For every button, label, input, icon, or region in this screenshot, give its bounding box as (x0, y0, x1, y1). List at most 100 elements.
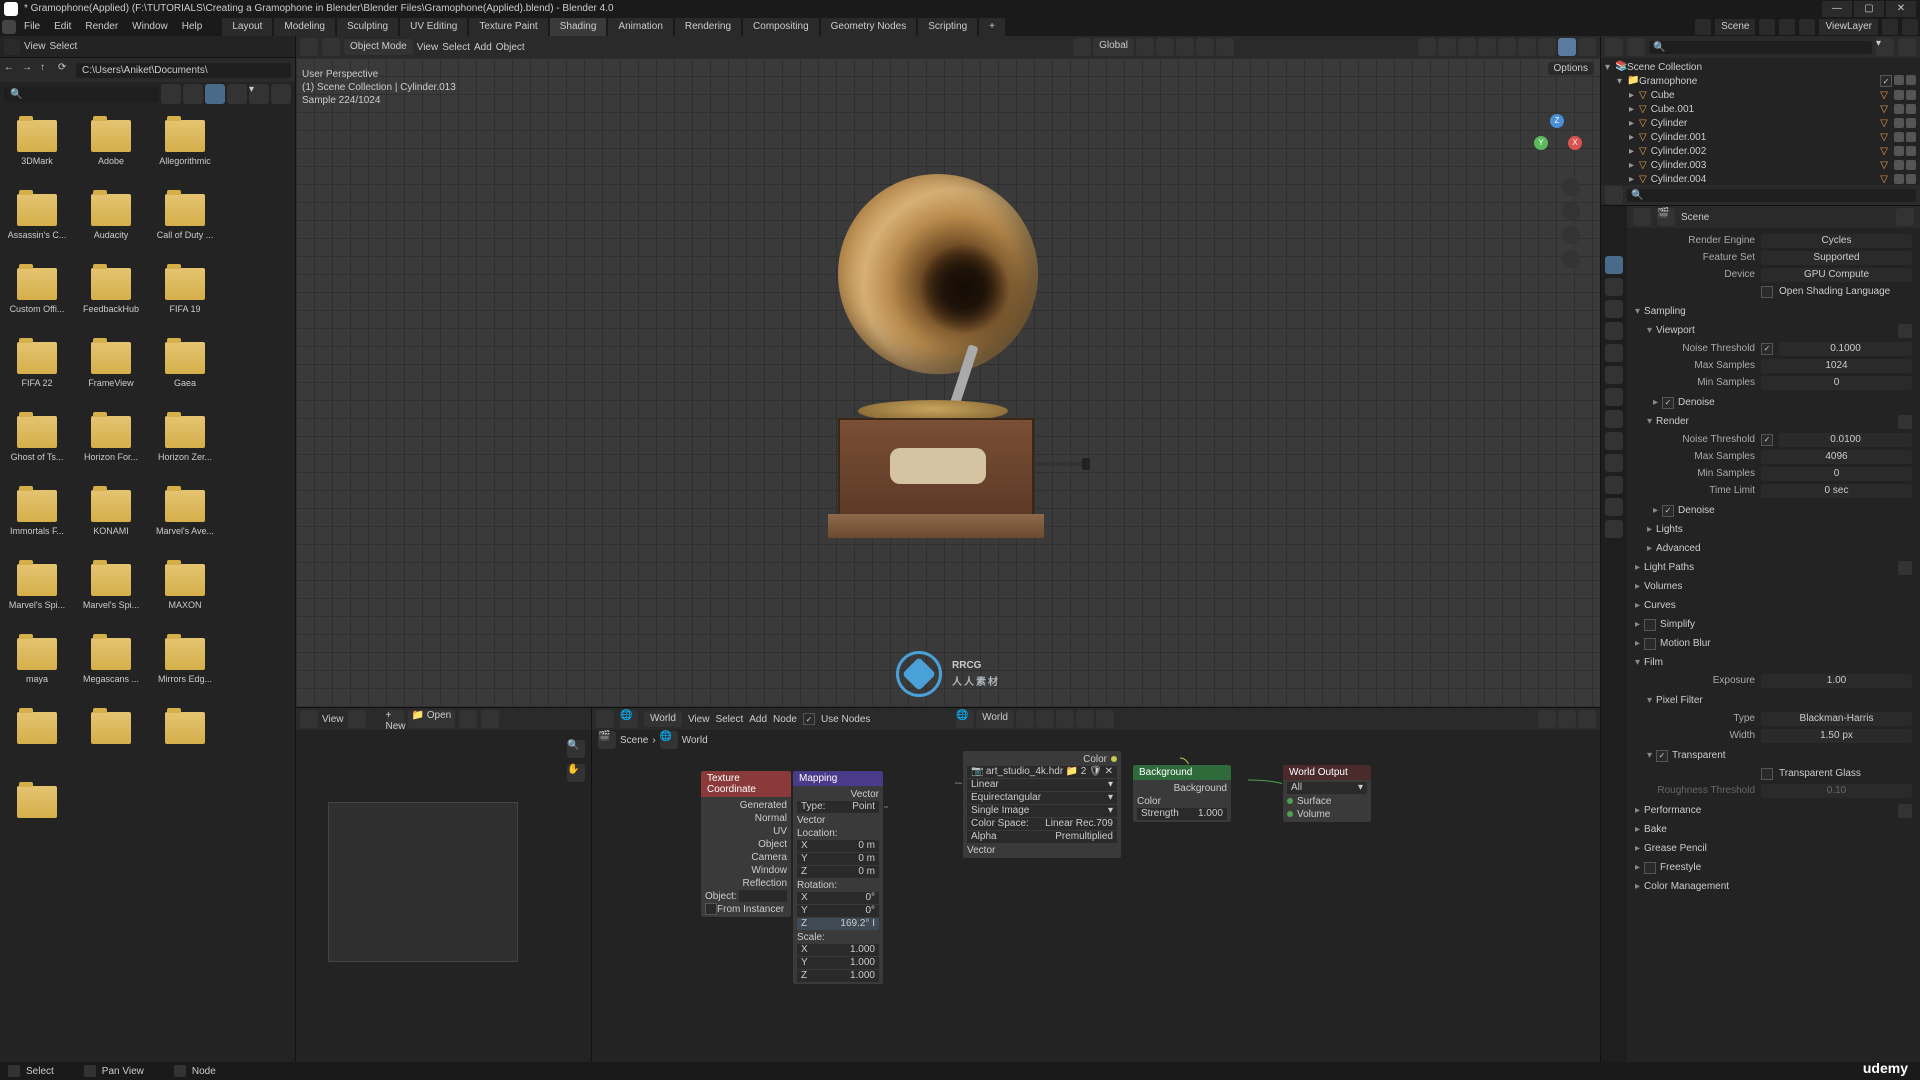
osl-checkbox[interactable] (1761, 286, 1773, 298)
outliner-mode-icon[interactable] (1627, 38, 1645, 56)
snap-options-icon[interactable] (1176, 38, 1194, 56)
xray-toggle-icon[interactable] (1478, 38, 1496, 56)
node-background[interactable]: Background Background Color Strength1.00… (1132, 764, 1232, 823)
loc-z[interactable]: Z0 m (797, 866, 879, 878)
section-sampling[interactable]: Sampling (1644, 306, 1686, 317)
tab-viewlayer-icon[interactable] (1605, 300, 1623, 318)
mode-selector[interactable]: Object Mode (344, 39, 413, 55)
select-visible-icon[interactable] (1418, 38, 1436, 56)
editor-type-3dview-icon[interactable] (300, 38, 318, 56)
scene-del-button[interactable] (1779, 19, 1795, 35)
image-menu-view[interactable]: View (322, 714, 344, 725)
section-light-paths[interactable]: Light Paths (1644, 562, 1694, 573)
rd-time-value[interactable]: 0 sec (1761, 484, 1912, 498)
socket-volume[interactable]: Volume (1287, 808, 1367, 820)
image-dropdown-icon[interactable] (348, 710, 366, 728)
env-colorspace[interactable]: Color Space:Linear Rec.709 (967, 818, 1117, 830)
simplify-checkbox[interactable] (1644, 619, 1656, 631)
file-search-field[interactable]: 🔍 (4, 87, 159, 102)
object-field[interactable] (739, 890, 787, 902)
folder-item[interactable]: maya (0, 632, 74, 706)
camera-icon[interactable] (1562, 226, 1580, 244)
workspace-add[interactable]: + (979, 18, 1005, 36)
workspace-geometry-nodes[interactable]: Geometry Nodes (821, 18, 917, 36)
socket-uv[interactable]: UV (705, 825, 787, 837)
scene-icon[interactable] (1695, 19, 1711, 35)
section-colormgmt[interactable]: Color Management (1644, 881, 1729, 892)
node-mapping[interactable]: Mapping Vector Type:Point Vector Locatio… (792, 770, 884, 985)
filter-button[interactable]: ▾ (249, 84, 269, 104)
section-render[interactable]: Render (1656, 416, 1689, 427)
display-thumbnails-icon[interactable] (205, 84, 225, 104)
gizmo-y-icon[interactable]: Y (1534, 136, 1548, 150)
folder-item[interactable] (0, 780, 74, 854)
viewport-menu-add[interactable]: Add (474, 42, 492, 53)
perspective-icon[interactable] (1562, 250, 1580, 268)
image-display-icon[interactable] (481, 710, 499, 728)
section-film[interactable]: Film (1644, 657, 1663, 668)
node-header-background[interactable]: Background (1133, 765, 1231, 780)
folder-item[interactable]: Horizon For... (74, 410, 148, 484)
node-header-mapping[interactable]: Mapping (793, 771, 883, 786)
section-advanced[interactable]: Advanced (1656, 543, 1700, 554)
pf-type-select[interactable]: Blackman-Harris (1761, 712, 1912, 726)
node-header-texcoord[interactable]: Texture Coordinate (701, 771, 791, 797)
props-scene-label[interactable]: Scene (1681, 212, 1709, 223)
tab-output-icon[interactable] (1605, 278, 1623, 296)
socket-background-out[interactable]: Background (1137, 782, 1227, 794)
node-world-output[interactable]: World Output All▾ Surface Volume (1282, 764, 1372, 823)
pf-width-value[interactable]: 1.50 px (1761, 729, 1912, 743)
tab-world-icon[interactable] (1605, 344, 1623, 362)
section-viewport[interactable]: Viewport (1656, 325, 1695, 336)
world-unlink-icon[interactable] (1076, 710, 1094, 728)
socket-object[interactable]: Object (705, 838, 787, 850)
folder-item[interactable]: FIFA 22 (0, 336, 74, 410)
shading-solid-icon[interactable] (1518, 38, 1536, 56)
section-pixelfilter[interactable]: Pixel Filter (1656, 695, 1703, 706)
folder-item[interactable]: 3DMark (0, 114, 74, 188)
render-icon[interactable] (1906, 146, 1916, 156)
folder-item[interactable] (0, 706, 74, 780)
eye-icon[interactable] (1894, 174, 1904, 184)
hand-icon[interactable]: ✋ (567, 764, 585, 782)
render-engine-select[interactable]: Cycles (1761, 234, 1912, 248)
env-source[interactable]: Single Image▾ (967, 805, 1117, 817)
eye-icon[interactable] (1894, 118, 1904, 128)
rd-noise-checkbox[interactable]: ✓ (1761, 434, 1773, 446)
node-overlay-icon[interactable] (1538, 710, 1556, 728)
section-motionblur[interactable]: Motion Blur (1660, 638, 1711, 649)
section-freestyle[interactable]: Freestyle (1660, 862, 1701, 873)
section-lights[interactable]: Lights (1656, 524, 1683, 535)
motionblur-checkbox[interactable] (1644, 638, 1656, 650)
menu-render[interactable]: Render (79, 18, 124, 36)
world-new-icon[interactable] (1056, 710, 1074, 728)
viewlayer-field[interactable]: ViewLayer (1819, 19, 1878, 35)
outliner-new-collection-icon[interactable] (1898, 38, 1916, 56)
socket-window[interactable]: Window (705, 864, 787, 876)
viewlayer-new-button[interactable] (1882, 19, 1898, 35)
tab-physics-icon[interactable] (1605, 432, 1623, 450)
eye-icon[interactable] (1894, 160, 1904, 170)
eye-icon[interactable] (1894, 146, 1904, 156)
rd-noise-value[interactable]: 0.0100 (1779, 433, 1912, 447)
env-image-field[interactable]: 📷art_studio_4k.hdr📁 2 🛡 ✕ (967, 766, 1117, 778)
image-preview[interactable] (328, 802, 518, 962)
workspace-scripting[interactable]: Scripting (918, 18, 977, 36)
loc-y[interactable]: Y0 m (797, 853, 879, 865)
folder-item[interactable]: MAXON (148, 558, 222, 632)
magnify-icon[interactable]: 🔍 (567, 740, 585, 758)
node-texture-coordinate[interactable]: Texture Coordinate Generated Normal UV O… (700, 770, 792, 918)
section-denoise-vp[interactable]: Denoise (1678, 397, 1715, 408)
node-snap-icon[interactable] (1558, 710, 1576, 728)
shader-type-select[interactable]: World (644, 711, 682, 727)
tab-data-icon[interactable] (1605, 476, 1623, 494)
section-curves[interactable]: Curves (1644, 600, 1676, 611)
socket-surface[interactable]: Surface (1287, 795, 1367, 807)
folder-item[interactable]: Megascans ... (74, 632, 148, 706)
nav-forward-button[interactable]: → (22, 62, 38, 78)
settings-gear-icon[interactable] (271, 84, 291, 104)
freestyle-checkbox[interactable] (1644, 862, 1656, 874)
scene-field[interactable]: Scene (1715, 19, 1755, 35)
outliner-filter-search[interactable]: 🔍 (1627, 189, 1916, 202)
tab-object-icon[interactable] (1605, 366, 1623, 384)
